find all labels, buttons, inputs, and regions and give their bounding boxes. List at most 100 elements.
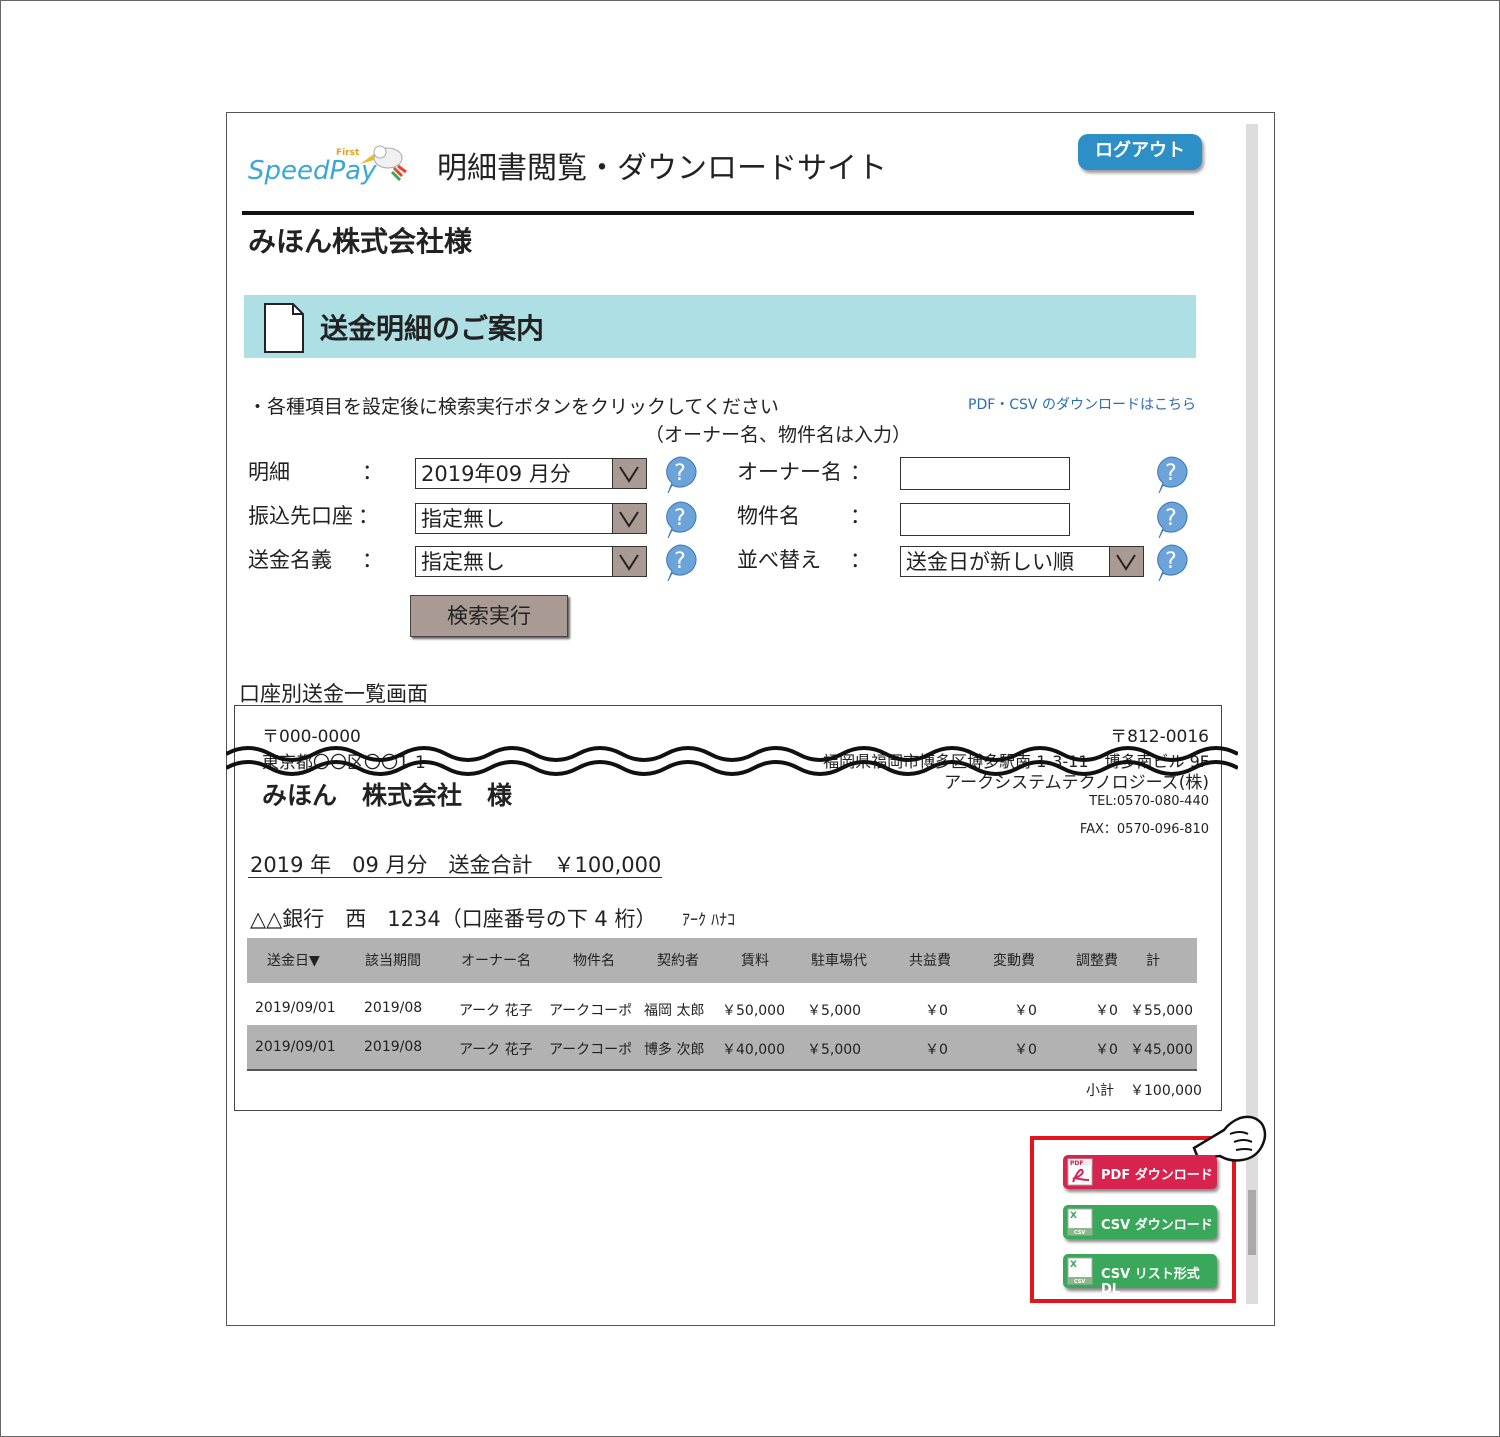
help-icon[interactable]: ? (1153, 455, 1189, 495)
table-row: 2019/09/01 2019/08 アーク 花子 アークコーポ 福岡 太郎 ￥… (247, 990, 1197, 1024)
help-icon[interactable]: ? (662, 455, 698, 495)
meisai-select[interactable]: 2019年09 月分 (415, 458, 647, 489)
sort-select[interactable]: 送金日が新しい順 (900, 546, 1144, 577)
colon: ： (850, 548, 871, 572)
table-cell: アークコーポ (549, 1042, 633, 1058)
col-variable-fee: 変動費 (993, 953, 1035, 969)
col-property: 物件名 (573, 953, 615, 969)
col-period: 該当期間 (365, 953, 421, 969)
csv-download-button[interactable]: X CSV CSV ダウンロード (1063, 1205, 1217, 1239)
sender-select[interactable]: 指定無し (415, 546, 647, 577)
logout-button[interactable]: ログアウト (1078, 134, 1202, 170)
meisai-label: 明細 (248, 460, 290, 484)
help-icon[interactable]: ? (1153, 500, 1189, 540)
table-cell: ￥5,000 (807, 1003, 862, 1019)
table-cell: ￥0 (925, 1042, 948, 1058)
col-parking: 駐車場代 (811, 953, 867, 969)
table-cell: ￥40,000 (722, 1042, 785, 1058)
csv-file-icon: X CSV (1067, 1208, 1093, 1236)
csv-file-icon: X CSV (1067, 1257, 1093, 1285)
col-sent-date[interactable]: 送金日▼ (267, 950, 320, 970)
svg-text:?: ? (1165, 549, 1177, 574)
table-cell: ￥0 (1095, 1042, 1118, 1058)
speedpay-logo: SpeedPay First (248, 142, 418, 192)
search-button[interactable]: 検索実行 (410, 595, 568, 637)
chevron-down-icon[interactable] (612, 547, 646, 576)
account-select-value: 指定無し (421, 507, 505, 531)
table-cell: アーク 花子 (459, 1003, 533, 1019)
property-label: 物件名 (737, 504, 800, 528)
table-cell: アークコーポ (549, 1003, 633, 1019)
svg-text:?: ? (674, 549, 686, 574)
instruction-note: （オーナー名、物件名は入力） (645, 424, 912, 446)
header-divider (242, 211, 1194, 215)
svg-text:X: X (1070, 1260, 1077, 1270)
help-icon[interactable]: ? (662, 543, 698, 583)
site-title: 明細書閲覧・ダウンロードサイト (437, 151, 887, 186)
download-link[interactable]: PDF・CSV のダウンロードはこちら (968, 394, 1196, 414)
pdf-download-button[interactable]: PDF PDF ダウンロード (1063, 1155, 1217, 1189)
owner-name-input[interactable] (900, 457, 1070, 490)
pdf-icon-text: PDF (1070, 1160, 1083, 1167)
period-total: 2019 年 09 月分 送金合計 ￥100,000 (250, 853, 662, 877)
svg-text:X: X (1070, 1211, 1077, 1221)
csv-list-download-button[interactable]: X CSV CSV リスト形式 DL (1063, 1254, 1217, 1297)
table-cell: 博多 次郎 (644, 1042, 705, 1058)
svg-text:?: ? (674, 506, 686, 531)
table-cell: ￥0 (925, 1003, 948, 1019)
subtotal-label: 小計 (1086, 1083, 1114, 1099)
svg-text:?: ? (674, 461, 686, 486)
col-rent: 賃料 (741, 953, 769, 969)
csv-list-download-label: CSV リスト形式 DL (1101, 1267, 1200, 1297)
table-cell: ￥45,000 (1130, 1042, 1193, 1058)
sort-label: 並べ替え (737, 548, 821, 572)
col-contractor: 契約者 (657, 953, 699, 969)
wave-break-decoration (226, 746, 1238, 776)
table-cell: ￥0 (1014, 1042, 1037, 1058)
col-adjustment: 調整費 (1076, 953, 1118, 969)
colon: ： (358, 504, 379, 528)
table-cell: 2019/08 (364, 1039, 423, 1055)
subtotal-value: ￥100,000 (1130, 1083, 1202, 1099)
table-cell: ￥5,000 (807, 1042, 862, 1058)
table-bottom-rule (247, 1069, 1197, 1071)
chevron-down-icon[interactable] (612, 504, 646, 533)
meisai-select-value: 2019年09 月分 (421, 462, 571, 486)
table-cell: ￥50,000 (722, 1003, 785, 1019)
list-title: 口座別送金一覧画面 (239, 682, 428, 706)
table-cell: 2019/09/01 (255, 1000, 336, 1016)
table-cell: ￥0 (1014, 1003, 1037, 1019)
table-cell: ￥55,000 (1130, 1003, 1193, 1019)
pdf-download-label: PDF ダウンロード (1101, 1168, 1213, 1183)
help-icon[interactable]: ? (1153, 543, 1189, 583)
bank-line: △△銀行 西 1234（口座番号の下 4 桁） (250, 907, 657, 931)
table-row: 2019/09/01 2019/08 アーク 花子 アークコーポ 博多 次郎 ￥… (247, 1025, 1197, 1069)
account-label: 振込先口座 (248, 504, 353, 528)
sender-select-value: 指定無し (421, 550, 505, 574)
chevron-down-icon[interactable] (1109, 547, 1143, 576)
account-select[interactable]: 指定無し (415, 503, 647, 534)
table-cell: 福岡 太郎 (644, 1003, 705, 1019)
company-name: みほん株式会社様 (248, 225, 473, 258)
colon: ： (850, 504, 871, 528)
csv-icon-text: CSV (1074, 1279, 1085, 1285)
table-cell: 2019/09/01 (255, 1039, 336, 1055)
pelican-icon (360, 145, 407, 182)
document-icon (264, 303, 304, 353)
scrollbar-thumb[interactable] (1248, 1190, 1256, 1255)
colon: ： (850, 460, 871, 484)
table-cell: 2019/08 (364, 1000, 423, 1016)
pdf-file-icon: PDF (1067, 1158, 1093, 1186)
period-underline (248, 877, 662, 878)
colon: ： (362, 460, 383, 484)
property-name-input[interactable] (900, 503, 1070, 536)
svg-text:?: ? (1165, 506, 1177, 531)
table-cell: ￥0 (1095, 1003, 1118, 1019)
logo-small-text: First (336, 148, 360, 158)
chevron-down-icon[interactable] (612, 459, 646, 488)
help-icon[interactable]: ? (662, 500, 698, 540)
colon: ： (362, 548, 383, 572)
instruction-text: ・各種項目を設定後に検索実行ボタンをクリックしてください (248, 396, 779, 418)
sort-select-value: 送金日が新しい順 (906, 550, 1074, 574)
owner-label: オーナー名 (737, 460, 842, 484)
